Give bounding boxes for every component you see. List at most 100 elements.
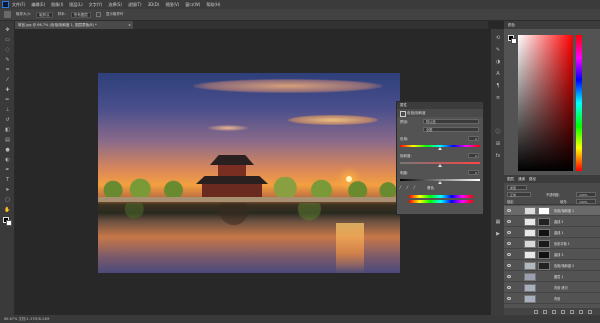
actions-icon[interactable]: ▶ <box>494 231 502 238</box>
blur-tool-icon[interactable]: ● <box>4 147 11 153</box>
tab-layers[interactable]: 图层 <box>507 175 514 183</box>
color-picker-field[interactable] <box>518 35 573 171</box>
layer-thumbnail[interactable] <box>524 295 536 303</box>
menu-view[interactable]: 视图(V) <box>165 2 179 8</box>
layer-thumbnail[interactable] <box>524 229 536 237</box>
eyedropper-icon[interactable]: ⁄ <box>4 77 11 83</box>
tab-channels[interactable]: 通道 <box>518 175 525 183</box>
eye-visibility-icon[interactable] <box>507 220 511 223</box>
eyedropper-icon[interactable]: ⁄ <box>400 185 405 190</box>
document-tab[interactable]: 故宫.jpg @ 66.7% (色相/饱和度 1, 图层蒙版/8) * × <box>15 21 133 29</box>
lasso-tool-icon[interactable]: ◌ <box>4 47 11 53</box>
hue-strip[interactable] <box>576 35 582 171</box>
show-ring-checkbox[interactable] <box>95 12 101 17</box>
preset-select[interactable]: 默认值 <box>423 119 479 124</box>
menu-3d[interactable]: 3D(D) <box>148 2 160 7</box>
healing-brush-icon[interactable]: ✚ <box>4 87 11 93</box>
character-icon[interactable]: A <box>494 71 502 78</box>
menu-layer[interactable]: 图层(L) <box>69 2 82 8</box>
navigator-icon[interactable]: ⊞ <box>494 141 502 148</box>
properties-icon[interactable]: ≡ <box>494 95 502 102</box>
paragraph-icon[interactable]: ¶ <box>494 83 502 90</box>
swatches-icon[interactable]: ▦ <box>494 219 502 226</box>
eyedropper-tool-icon[interactable] <box>4 11 11 18</box>
new-layer-icon[interactable] <box>579 309 583 314</box>
info-icon[interactable]: ⓘ <box>494 129 502 136</box>
path-select-icon[interactable]: ➤ <box>4 187 11 193</box>
eye-visibility-icon[interactable] <box>507 275 511 278</box>
brush-tool-icon[interactable]: ✏ <box>4 97 11 103</box>
layer-row[interactable]: 曲线 1 <box>504 228 600 238</box>
menu-select[interactable]: 选择(S) <box>108 2 122 8</box>
properties-panel-title[interactable]: 属性 <box>397 102 483 109</box>
type-tool-icon[interactable]: T <box>4 177 11 183</box>
menu-image[interactable]: 图像(I) <box>51 2 63 8</box>
layer-row[interactable]: 曲线 2 <box>504 217 600 227</box>
new-adjustment-icon[interactable] <box>561 309 565 314</box>
brush-preset-icon[interactable]: ✎ <box>494 47 502 54</box>
sample-size-select[interactable]: 取样点 <box>36 11 53 18</box>
dodge-tool-icon[interactable]: ◐ <box>4 157 11 163</box>
quick-select-tool-icon[interactable]: ✎ <box>4 57 11 63</box>
sample-layers-select[interactable]: 所有图层 <box>70 11 91 18</box>
layer-mask-thumbnail[interactable] <box>538 240 550 248</box>
eye-visibility-icon[interactable] <box>507 264 511 267</box>
lightness-slider-handle[interactable] <box>438 181 442 184</box>
background-color-swatch[interactable] <box>6 220 12 226</box>
layer-row[interactable]: 曲线 3 <box>504 250 600 260</box>
eye-visibility-icon[interactable] <box>507 231 511 234</box>
crop-tool-icon[interactable]: ⌗ <box>4 67 11 73</box>
gradient-tool-icon[interactable]: ▤ <box>4 137 11 143</box>
move-tool-icon[interactable]: ✥ <box>4 27 11 33</box>
channel-select[interactable]: 全图 <box>423 127 479 132</box>
layer-style-icon[interactable] <box>543 309 547 314</box>
layer-row[interactable]: 色相/饱和度 2 <box>504 261 600 271</box>
delete-layer-icon[interactable] <box>588 309 592 314</box>
layer-thumbnail[interactable] <box>524 251 536 259</box>
menu-help[interactable]: 帮助(H) <box>206 2 220 8</box>
menu-window[interactable]: 窗口(W) <box>185 2 200 8</box>
menu-edit[interactable]: 编辑(E) <box>31 2 45 8</box>
hue-slider-handle[interactable] <box>438 147 442 150</box>
opacity-input[interactable]: 100% <box>576 192 596 197</box>
layer-mask-thumbnail[interactable] <box>538 229 550 237</box>
canvas-image-forbidden-city-sunset[interactable] <box>98 73 400 273</box>
layer-thumbnail[interactable] <box>524 240 536 248</box>
saturation-value-input[interactable]: 0 <box>468 153 479 158</box>
styles-icon[interactable]: fx <box>494 153 502 160</box>
eye-visibility-icon[interactable] <box>507 297 511 300</box>
canvas-workspace[interactable]: 属性 色相/饱和度 预设: 默认值 全图 色相: 0 饱和度: 0 明度: 0 … <box>15 29 488 315</box>
eye-visibility-icon[interactable] <box>507 242 511 245</box>
menu-type[interactable]: 文字(Y) <box>89 2 103 8</box>
layer-thumbnail[interactable] <box>524 262 536 270</box>
fill-input[interactable]: 100% <box>576 199 596 204</box>
layer-thumbnail[interactable] <box>524 218 536 226</box>
layer-thumbnail[interactable] <box>524 207 536 215</box>
layer-thumbnail[interactable] <box>524 284 536 292</box>
adjustments-icon[interactable]: ◑ <box>494 59 502 66</box>
hue-value-input[interactable]: 0 <box>468 136 479 141</box>
layer-mask-thumbnail[interactable] <box>538 218 550 226</box>
history-brush-icon[interactable]: ↺ <box>4 117 11 123</box>
eraser-tool-icon[interactable]: ◧ <box>4 127 11 133</box>
color-panel-background[interactable] <box>511 38 517 44</box>
add-mask-icon[interactable] <box>552 309 556 314</box>
eyedropper-plus-icon[interactable]: ⁄ <box>407 185 412 190</box>
layer-mask-thumbnail[interactable] <box>538 262 550 270</box>
menu-file[interactable]: 文件(F) <box>12 2 25 8</box>
layer-row[interactable]: 背景 <box>504 294 600 304</box>
menu-filter[interactable]: 滤镜(T) <box>128 2 142 8</box>
eye-visibility-icon[interactable] <box>507 253 511 256</box>
link-layers-icon[interactable] <box>534 309 538 314</box>
blend-mode-select[interactable]: 正常 <box>507 192 531 197</box>
layer-row[interactable]: 背景 拷贝 <box>504 283 600 293</box>
eye-visibility-icon[interactable] <box>507 286 511 289</box>
hand-tool-icon[interactable]: ✋ <box>4 207 11 213</box>
eye-visibility-icon[interactable] <box>507 209 511 212</box>
layer-mask-thumbnail[interactable] <box>538 207 550 215</box>
layer-row[interactable]: 图层 1 <box>504 272 600 282</box>
new-group-icon[interactable] <box>570 309 574 314</box>
shape-tool-icon[interactable]: ▢ <box>4 197 11 203</box>
lightness-value-input[interactable]: 0 <box>468 170 479 175</box>
saturation-slider-handle[interactable] <box>438 164 442 167</box>
